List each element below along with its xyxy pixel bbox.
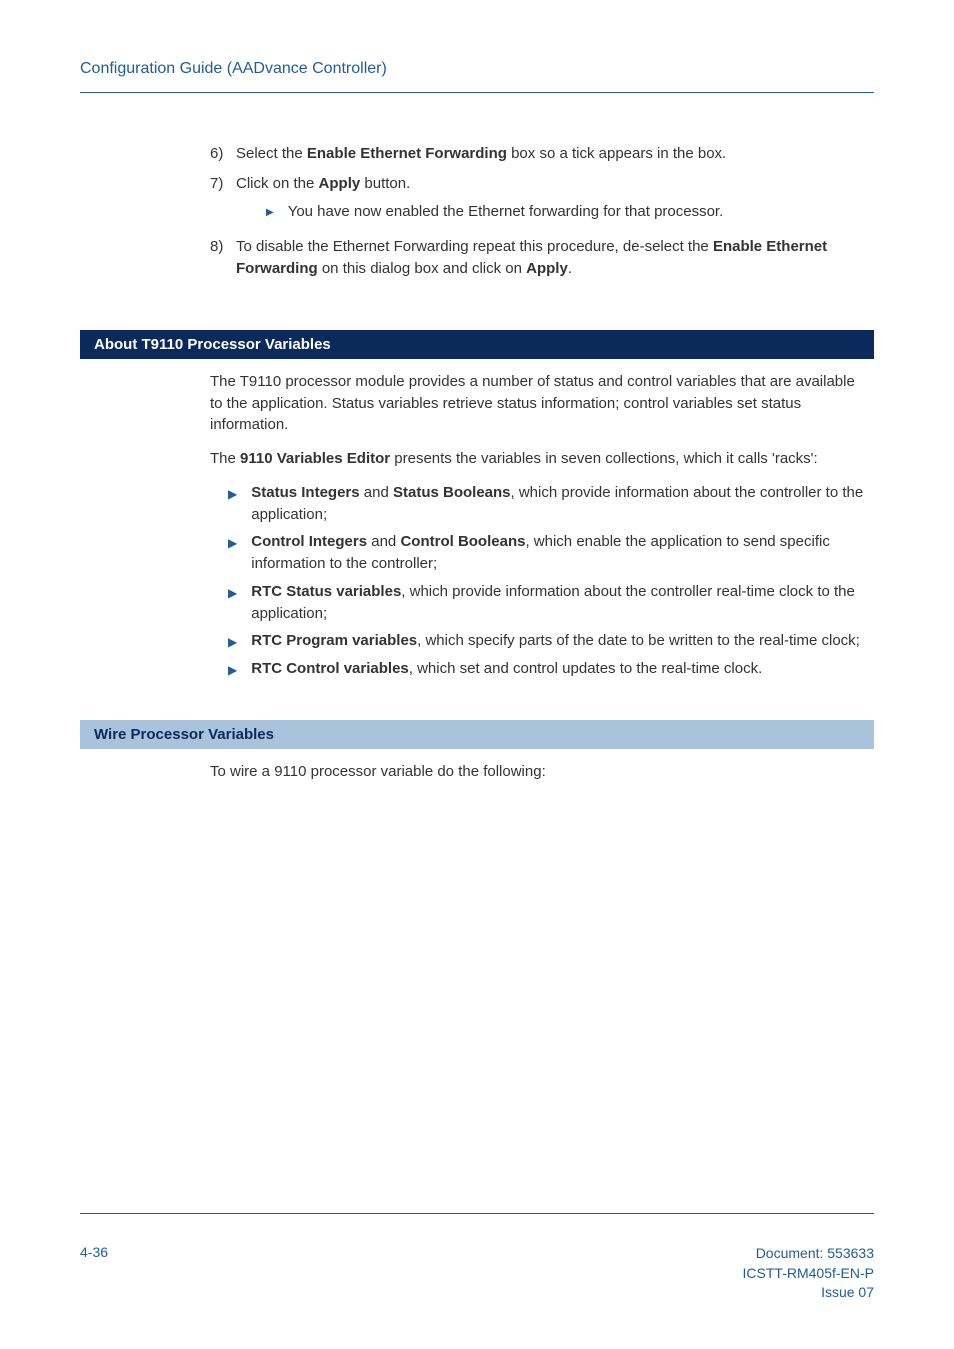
text-bold: Apply	[526, 260, 568, 277]
text-fragment: , which set and control updates to the r…	[409, 660, 763, 677]
paragraph: The 9110 Variables Editor presents the v…	[210, 448, 864, 470]
text-bold: Control Integers	[251, 533, 367, 550]
text-fragment: .	[568, 260, 572, 277]
step-7: 7) Click on the Apply button. ▶ You have…	[210, 173, 864, 229]
section-heading-about: About T9110 Processor Variables	[80, 330, 874, 359]
text-bold: Apply	[319, 175, 361, 192]
document-number: Document: 553633	[743, 1244, 874, 1264]
list-text: Status Integers and Status Booleans, whi…	[251, 482, 864, 526]
document-code: ICSTT-RM405f-EN-P	[743, 1264, 874, 1284]
text-bold: Control Booleans	[400, 533, 525, 550]
arrow-icon: ▶	[228, 662, 237, 679]
arrow-icon: ▶	[228, 535, 237, 552]
step-text: Click on the Apply button. ▶ You have no…	[236, 173, 864, 229]
arrow-icon: ▶	[228, 634, 237, 651]
text-fragment: Select the	[236, 145, 307, 162]
list-text: RTC Status variables, which provide info…	[251, 581, 864, 625]
text-fragment: box so a tick appears in the box.	[507, 145, 726, 162]
text-bold: Status Booleans	[393, 484, 511, 501]
list-item: ▶ RTC Control variables, which set and c…	[228, 658, 864, 680]
paragraph: To wire a 9110 processor variable do the…	[210, 761, 864, 783]
footer-rule	[80, 1213, 874, 1214]
header-title: Configuration Guide (AADvance Controller…	[80, 60, 874, 78]
text-fragment: and	[367, 533, 400, 550]
sub-bullet-text: You have now enabled the Ethernet forwar…	[288, 201, 724, 223]
text-fragment: Click on the	[236, 175, 319, 192]
step-6: 6) Select the Enable Ethernet Forwarding…	[210, 143, 864, 165]
header-rule	[80, 92, 874, 93]
page-number: 4-36	[80, 1244, 108, 1303]
list-item: ▶ Status Integers and Status Booleans, w…	[228, 482, 864, 526]
text-fragment: To disable the Ethernet Forwarding repea…	[236, 238, 713, 255]
step-text: Select the Enable Ethernet Forwarding bo…	[236, 143, 864, 165]
arrow-icon: ▶	[228, 486, 237, 503]
footer: 4-36 Document: 553633 ICSTT-RM405f-EN-P …	[80, 1213, 874, 1303]
text-fragment: presents the variables in seven collecti…	[390, 450, 818, 467]
step-number: 6)	[210, 143, 236, 165]
list-item: ▶ Control Integers and Control Booleans,…	[228, 531, 864, 575]
section-heading-wire: Wire Processor Variables	[80, 720, 874, 749]
issue-number: Issue 07	[743, 1283, 874, 1303]
racks-list: ▶ Status Integers and Status Booleans, w…	[228, 482, 864, 680]
text-fragment: button.	[360, 175, 410, 192]
list-item: ▶ RTC Status variables, which provide in…	[228, 581, 864, 625]
list-text: Control Integers and Control Booleans, w…	[251, 531, 864, 575]
paragraph: The T9110 processor module provides a nu…	[210, 371, 864, 436]
arrow-icon: ▶	[266, 206, 274, 221]
text-fragment: The	[210, 450, 240, 467]
text-fragment: and	[360, 484, 393, 501]
step-8: 8) To disable the Ethernet Forwarding re…	[210, 236, 864, 280]
step-number: 8)	[210, 236, 236, 280]
text-bold: 9110 Variables Editor	[240, 450, 390, 467]
step-text: To disable the Ethernet Forwarding repea…	[236, 236, 864, 280]
text-bold: RTC Program variables	[251, 632, 417, 649]
text-bold: RTC Status variables	[251, 583, 401, 600]
text-fragment: on this dialog box and click on	[318, 260, 526, 277]
arrow-icon: ▶	[228, 585, 237, 602]
sub-bullet: ▶ You have now enabled the Ethernet forw…	[266, 201, 864, 223]
list-text: RTC Control variables, which set and con…	[251, 658, 762, 680]
text-fragment: , which specify parts of the date to be …	[417, 632, 860, 649]
list-text: RTC Program variables, which specify par…	[251, 630, 860, 652]
list-item: ▶ RTC Program variables, which specify p…	[228, 630, 864, 652]
step-number: 7)	[210, 173, 236, 229]
text-bold: RTC Control variables	[251, 660, 409, 677]
text-bold: Status Integers	[251, 484, 359, 501]
text-bold: Enable Ethernet Forwarding	[307, 145, 507, 162]
step-list: 6) Select the Enable Ethernet Forwarding…	[210, 143, 864, 280]
